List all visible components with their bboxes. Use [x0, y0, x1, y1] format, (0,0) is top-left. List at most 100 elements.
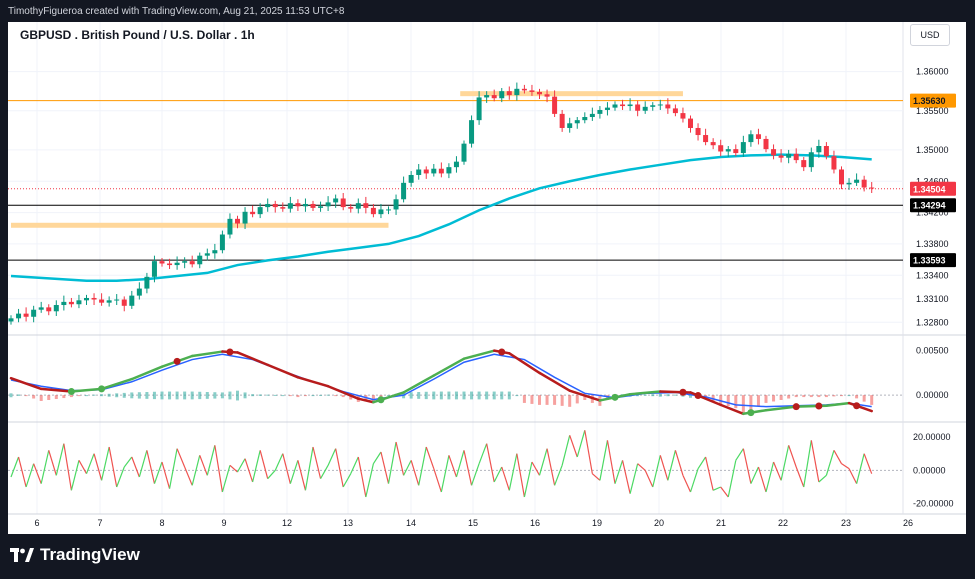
macd-histogram-bar: [17, 394, 21, 396]
macd-histogram-bar: [651, 394, 655, 397]
support-resistance-zone: [11, 222, 389, 228]
oscillator-line: [17, 456, 27, 488]
oscillator-line: [274, 453, 284, 471]
oscillator-line: [108, 446, 118, 488]
oscillator-tick-label: 0.00000: [913, 465, 946, 475]
macd-histogram-bar: [673, 394, 677, 396]
oscillator-line: [720, 486, 729, 498]
macd-histogram-bar: [666, 394, 670, 397]
macd-histogram-bar: [643, 394, 647, 396]
candle: [280, 207, 286, 209]
candle: [846, 182, 852, 185]
macd-cross-marker: [377, 396, 385, 404]
candle: [167, 263, 173, 266]
macd-histogram-bar: [772, 395, 776, 402]
macd-histogram-bar: [213, 392, 217, 399]
candle: [612, 104, 618, 108]
candle: [642, 106, 648, 111]
macd-histogram-bar: [54, 395, 58, 400]
oscillator-line: [304, 446, 314, 491]
macd-histogram-bar: [115, 393, 119, 398]
candle: [763, 138, 769, 150]
oscillator-line: [387, 441, 397, 484]
candle: [325, 202, 331, 207]
macd-histogram-bar: [658, 393, 662, 397]
oscillator-line: [425, 446, 435, 469]
oscillator-line: [455, 450, 465, 478]
time-tick-label: 19: [592, 518, 602, 528]
candle: [416, 169, 422, 175]
candle: [8, 318, 14, 322]
macd-line: [402, 374, 436, 394]
candle: [823, 146, 829, 157]
oscillator-line: [561, 435, 571, 466]
candle: [272, 203, 278, 208]
oscillator-line: [267, 469, 276, 480]
oscillator-line: [591, 473, 601, 481]
macd-histogram-bar: [319, 394, 323, 396]
candle: [197, 255, 203, 265]
candle: [401, 182, 407, 200]
oscillator-line: [780, 445, 790, 481]
macd-histogram-bar: [205, 392, 209, 399]
macd-histogram-bar: [258, 394, 262, 396]
candle: [552, 96, 558, 114]
candle: [355, 203, 361, 209]
oscillator-line: [78, 460, 88, 474]
macd-histogram-bar: [288, 395, 292, 397]
chart-canvas[interactable]: 1.360001.355001.350001.346001.342001.338…: [8, 22, 966, 534]
macd-histogram-bar: [220, 392, 224, 399]
macd-histogram-bar: [847, 395, 851, 397]
candle: [755, 134, 761, 139]
candle: [778, 155, 784, 158]
macd-histogram-bar: [741, 395, 745, 414]
macd-histogram-bar: [303, 395, 307, 397]
macd-histogram-bar: [24, 395, 28, 397]
macd-histogram-bar: [538, 395, 541, 405]
oscillator-line: [433, 468, 442, 493]
tradingview-logo[interactable]: TradingView: [10, 545, 140, 565]
candle: [793, 153, 799, 161]
candle: [620, 104, 626, 107]
candle: [174, 262, 180, 266]
oscillator-line: [259, 450, 269, 479]
oscillator-line: [546, 448, 556, 486]
oscillator-line: [576, 430, 586, 458]
candle: [831, 156, 837, 170]
macd-cross-marker: [611, 393, 619, 401]
macd-line: [296, 376, 330, 388]
oscillator-line: [161, 461, 171, 489]
candle: [31, 309, 37, 317]
time-tick-label: 15: [468, 518, 478, 528]
macd-histogram-bar: [462, 391, 466, 400]
candle: [318, 206, 324, 208]
candle: [544, 94, 550, 97]
candle: [423, 169, 429, 174]
macd-tick-label: 0.00000: [916, 390, 949, 400]
macd-histogram-bar: [870, 395, 874, 405]
footer: TradingView: [0, 534, 975, 579]
time-tick-label: 21: [716, 518, 726, 528]
chart-panel[interactable]: 1.36000 1.35500 1.35000 1.34600 1.34200 1.338…: [8, 22, 966, 534]
candle: [99, 299, 105, 303]
price-tick-label: 1.36000: [916, 67, 949, 77]
candle: [287, 203, 293, 209]
macd-histogram-bar: [168, 391, 172, 400]
macd-histogram-bar: [39, 395, 43, 401]
oscillator-line: [659, 455, 669, 481]
currency-button[interactable]: USD: [910, 24, 950, 46]
candle: [212, 250, 218, 254]
candle: [144, 276, 150, 289]
oscillator-line: [841, 463, 850, 470]
macd-cross-marker: [694, 392, 702, 400]
candle: [250, 211, 256, 215]
candle: [363, 203, 369, 208]
macd-line: [538, 371, 571, 392]
oscillator-line: [365, 463, 374, 498]
oscillator-line: [342, 473, 352, 488]
price-label: 1.35630: [913, 96, 946, 106]
candle: [786, 153, 792, 158]
macd-histogram-bar: [251, 394, 255, 397]
candle: [129, 295, 135, 306]
tradingview-logo-icon: [10, 548, 34, 562]
